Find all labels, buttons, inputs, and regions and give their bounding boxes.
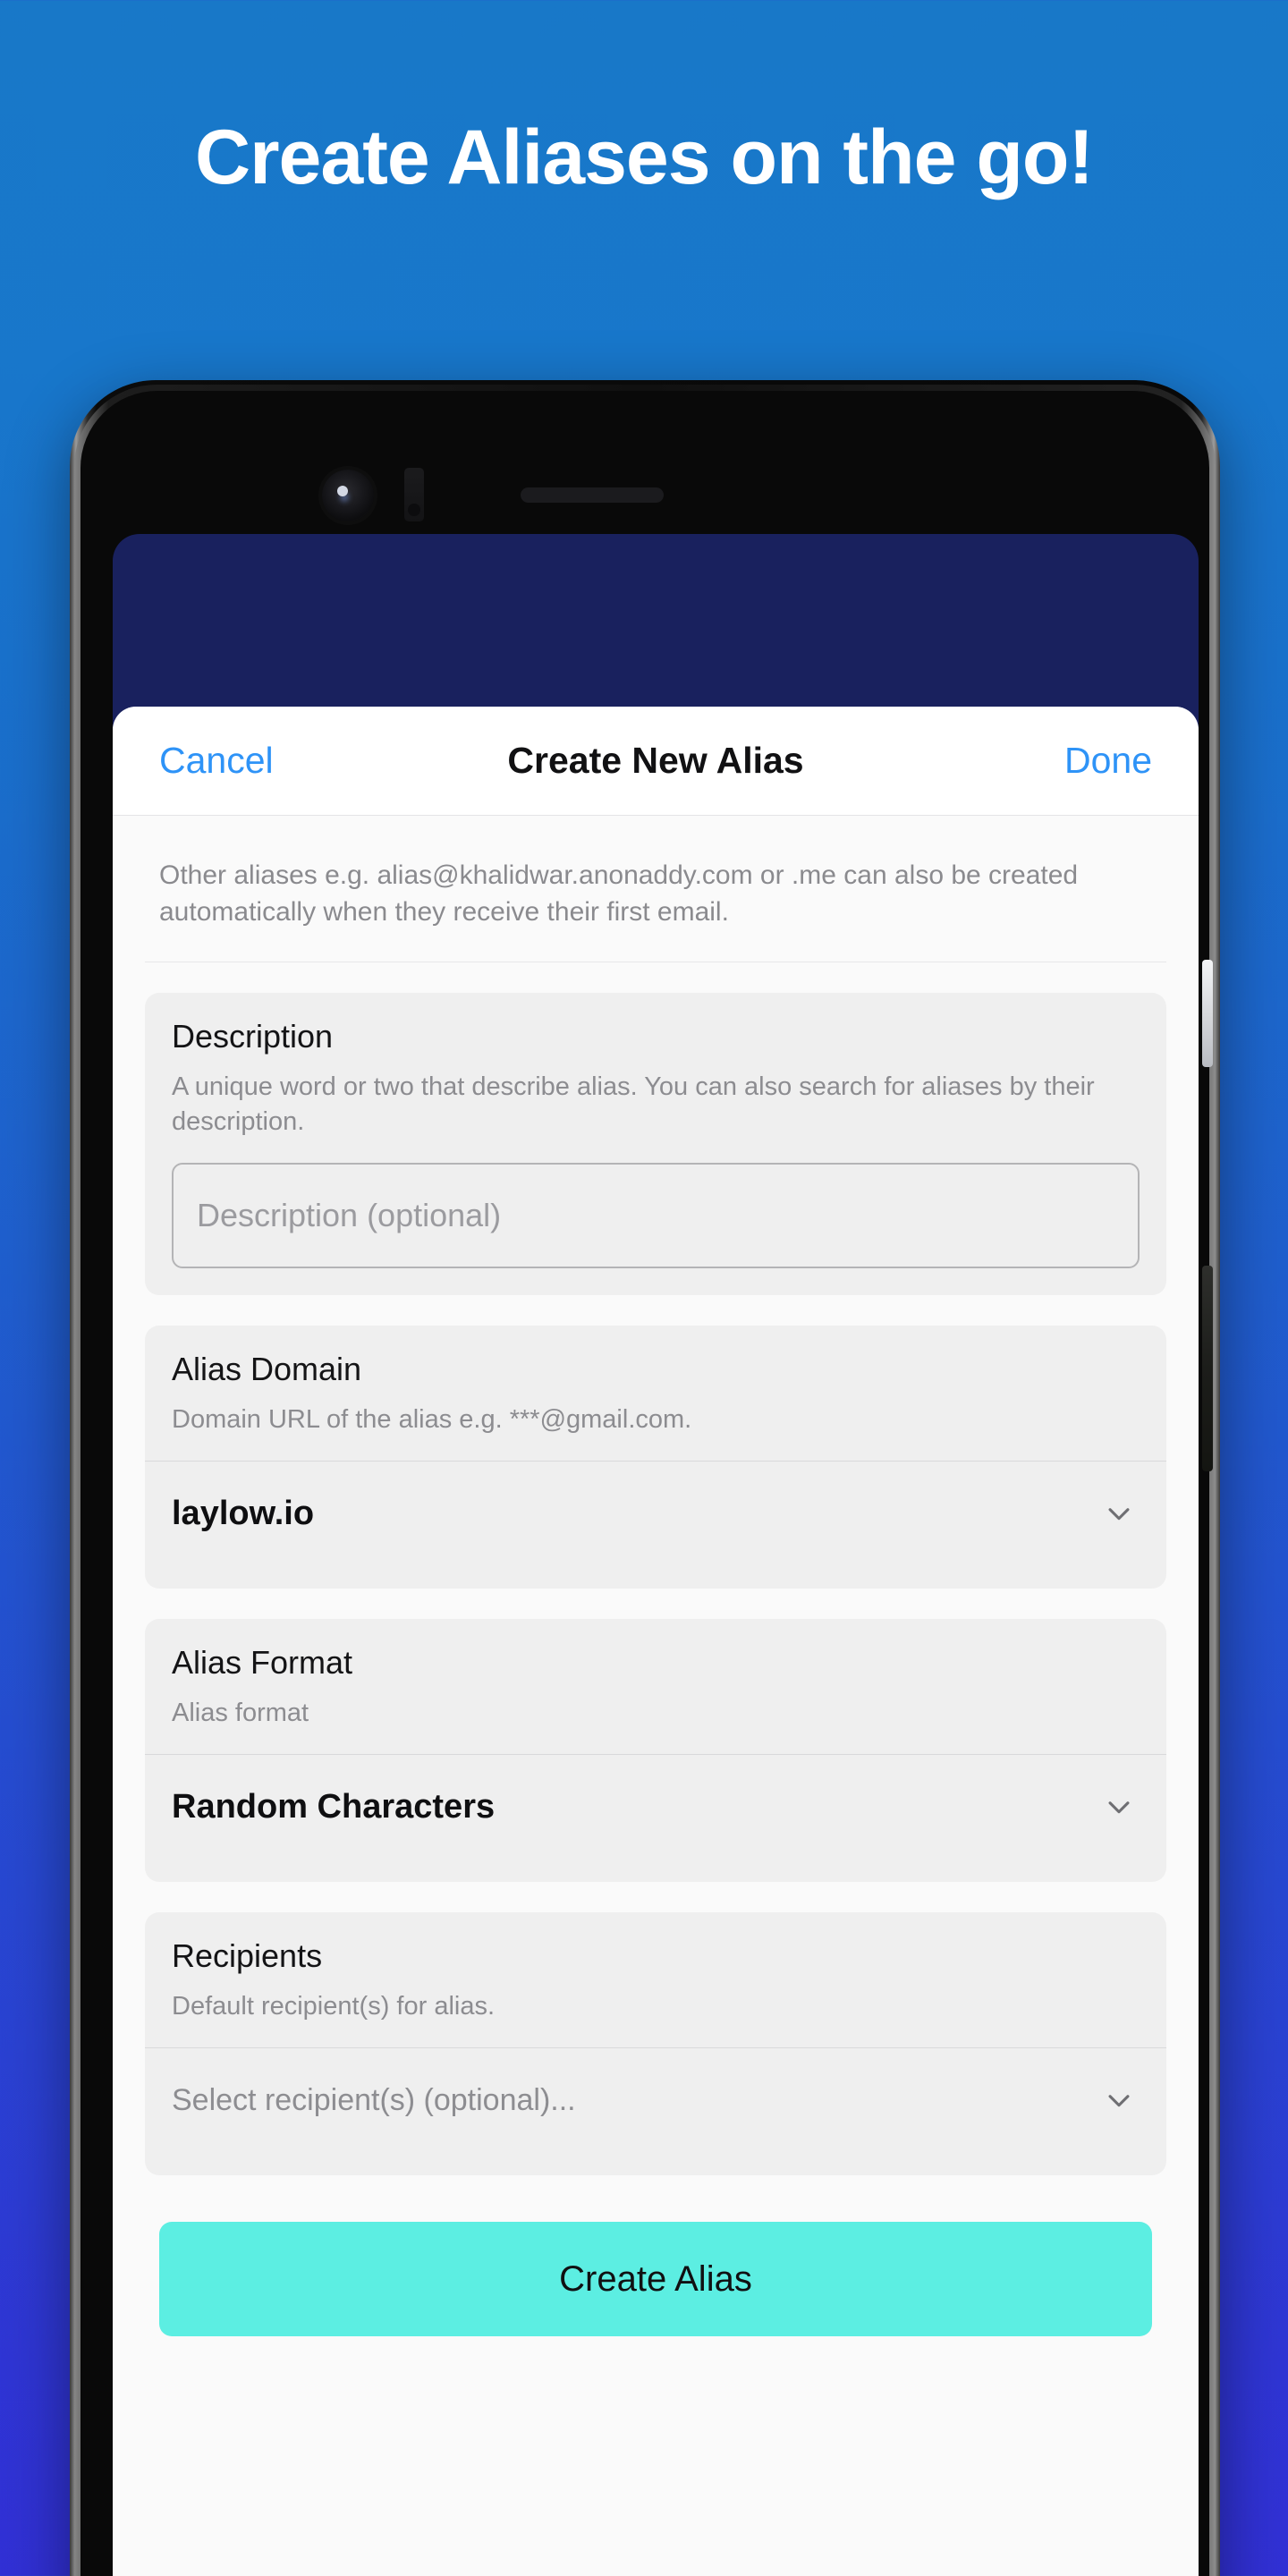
done-button[interactable]: Done	[1064, 740, 1152, 782]
cancel-button[interactable]: Cancel	[159, 740, 274, 782]
card-divider	[145, 1754, 1166, 1756]
volume-button[interactable]	[1202, 1266, 1213, 1471]
recipients-select[interactable]: Select recipient(s) (optional)...	[172, 2052, 1140, 2148]
alias-domain-value: laylow.io	[172, 1494, 315, 1532]
create-alias-button[interactable]: Create Alias	[159, 2222, 1152, 2337]
camera-lens-icon	[322, 470, 374, 521]
card-subtitle-alias-format: Alias format	[172, 1699, 309, 1728]
card-recipients: Recipients Default recipient(s) for alia…	[145, 1912, 1166, 2176]
proximity-sensor-icon	[404, 468, 424, 521]
card-title-recipients: Recipients	[172, 1937, 323, 1975]
alias-format-select[interactable]: Random Characters	[172, 1758, 1140, 1855]
phone-body: Cancel Create New Alias Done Other alias…	[80, 391, 1213, 2576]
card-divider	[145, 2047, 1166, 2049]
card-alias-domain: Alias Domain Domain URL of the alias e.g…	[145, 1326, 1166, 1589]
description-input[interactable]: Description (optional)	[172, 1163, 1140, 1269]
card-subtitle-alias-domain: Domain URL of the alias e.g. ***@gmail.c…	[172, 1405, 692, 1435]
description-input-placeholder: Description (optional)	[197, 1197, 502, 1234]
card-title-alias-format: Alias Format	[172, 1644, 353, 1682]
create-alias-button-label: Create Alias	[559, 2258, 752, 2299]
card-subtitle-description: A unique word or two that describe alias…	[172, 1072, 1095, 1136]
chevron-down-icon	[1104, 1498, 1134, 1529]
alias-domain-select[interactable]: laylow.io	[172, 1465, 1140, 1562]
sheet-body: Other aliases e.g. alias@khalidwar.anona…	[113, 816, 1199, 2576]
earpiece-speaker-icon	[521, 487, 664, 503]
card-title-alias-domain: Alias Domain	[172, 1351, 362, 1388]
create-alias-sheet: Cancel Create New Alias Done Other alias…	[113, 707, 1199, 2576]
chevron-down-icon	[1104, 2085, 1134, 2115]
card-alias-format: Alias Format Alias format Random Charact…	[145, 1619, 1166, 1883]
alias-format-value: Random Characters	[172, 1787, 496, 1826]
info-note: Other aliases e.g. alias@khalidwar.anona…	[145, 816, 1166, 962]
sheet-title: Create New Alias	[507, 740, 804, 781]
card-subtitle-recipients: Default recipient(s) for alias.	[172, 1992, 496, 2021]
sheet-header: Cancel Create New Alias Done	[113, 707, 1199, 816]
phone-mockup: Cancel Create New Alias Done Other alias…	[70, 380, 1220, 2576]
recipients-value: Select recipient(s) (optional)...	[172, 2082, 576, 2117]
power-button[interactable]	[1202, 960, 1213, 1067]
card-description: Description A unique word or two that de…	[145, 992, 1166, 1296]
phone-screen: Cancel Create New Alias Done Other alias…	[113, 534, 1199, 2576]
card-divider	[145, 1461, 1166, 1462]
card-title-description: Description	[172, 1017, 334, 1055]
chevron-down-icon	[1104, 1792, 1134, 1822]
promo-headline: Create Aliases on the go!	[194, 114, 1094, 200]
